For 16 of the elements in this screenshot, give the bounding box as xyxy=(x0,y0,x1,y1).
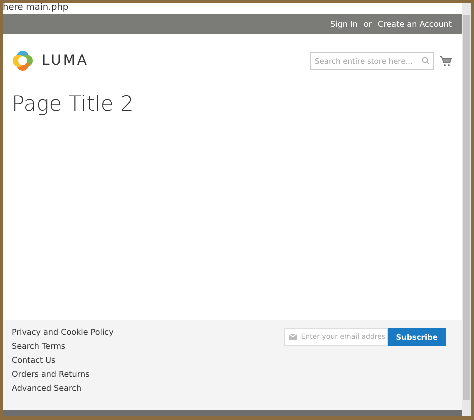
separator-text: or xyxy=(364,20,372,28)
footer-link[interactable]: Search Terms xyxy=(12,342,114,352)
scrollbar[interactable] xyxy=(462,3,471,416)
footer-link[interactable]: Contact Us xyxy=(12,356,114,366)
footer-link[interactable]: Orders and Returns xyxy=(12,370,114,380)
footer-link[interactable]: Advanced Search xyxy=(12,384,114,394)
sign-in-link[interactable]: Sign In xyxy=(330,20,358,28)
envelope-icon xyxy=(289,334,298,340)
create-account-link[interactable]: Create an Account xyxy=(378,20,452,28)
footer-link[interactable]: Privacy and Cookie Policy xyxy=(12,328,114,338)
logo-text[interactable]: LUMA xyxy=(42,53,90,69)
search-icon[interactable] xyxy=(422,57,430,65)
page-title: Page Title 2 xyxy=(12,92,135,116)
cart-icon[interactable] xyxy=(440,56,452,66)
logo-icon[interactable] xyxy=(12,50,34,72)
debug-text: here main.php xyxy=(3,3,70,14)
